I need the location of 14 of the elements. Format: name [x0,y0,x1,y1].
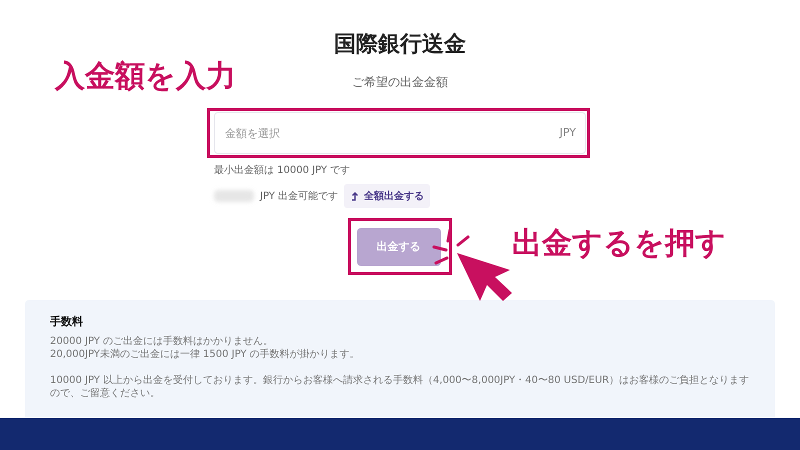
annotation-text: 入金額を入力 [55,58,236,96]
minimum-note: 最小出金額は 10000 JPY です [214,164,352,178]
fee-line: 20000 JPY のご出金には手数料はかかりません。 [50,335,274,348]
fee-line: 20,000JPY未満のご出金には一律 1500 JPY の手数料が掛かります。 [50,348,361,361]
annotation-text: 出金するを押す [512,225,726,263]
available-note: JPY 出金可能です [260,190,338,204]
redacted-amount [214,190,254,202]
currency-label: JPY [560,126,576,140]
fees-heading: 手数料 [50,315,84,329]
upload-arrow-icon [350,191,360,201]
fee-note: 10000 JPY 以上から出金を受付しております。銀行からお客様へ請求される手数料（4,000〜8,000JPY・40〜80 USD/EUR）はお客様のご負担となりますので、ご留意ください。 [50,374,750,400]
withdraw-all-button[interactable]: 全額出金する [344,184,430,208]
amount-label: ご希望の出金金額 [352,74,448,90]
page-title: 国際銀行送金 [334,31,466,59]
